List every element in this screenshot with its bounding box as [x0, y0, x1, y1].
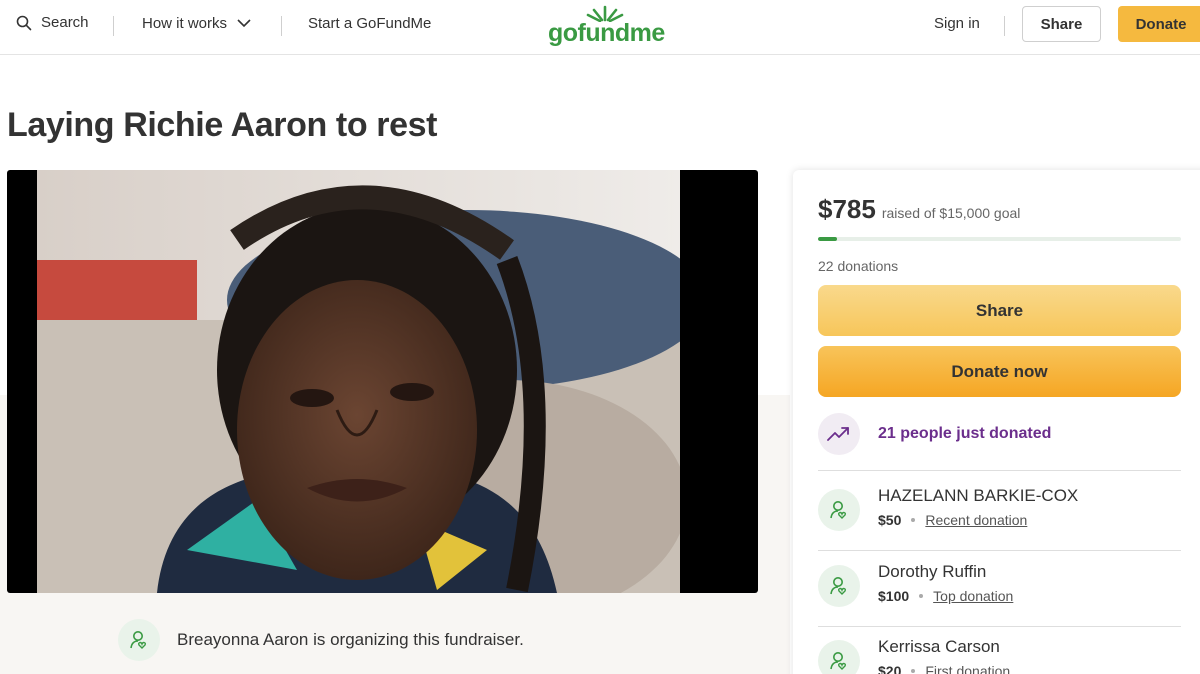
campaign-photo[interactable] — [7, 170, 758, 593]
organizer-text: Breayonna Aaron is organizing this fundr… — [177, 630, 524, 649]
person-heart-icon — [830, 652, 847, 670]
nav-divider — [281, 16, 282, 36]
person-heart-icon — [830, 501, 847, 519]
nav-divider — [113, 16, 114, 36]
avatar — [818, 489, 860, 531]
start-gofundme-link[interactable]: Start a GoFundMe — [308, 15, 431, 32]
portrait-image — [37, 170, 680, 593]
nav-divider — [1004, 16, 1005, 36]
avatar — [818, 565, 860, 607]
progress-fill — [818, 237, 837, 241]
divider — [818, 626, 1181, 627]
trend-badge — [818, 413, 860, 455]
donation-card: $785 raised of $15,000 goal 22 donations… — [793, 170, 1200, 674]
how-it-works-label: How it works — [142, 15, 228, 32]
donations-count: 22 donations — [818, 258, 899, 274]
donor-meta: $20 First donation — [878, 663, 1010, 674]
how-it-works-menu[interactable]: How it works — [142, 15, 251, 32]
donor-amount: $20 — [878, 663, 902, 674]
logo-text: gofundme — [548, 19, 665, 47]
avatar — [118, 619, 160, 661]
person-heart-icon — [130, 631, 147, 649]
sign-in-link[interactable]: Sign in — [934, 15, 980, 32]
header-donate-button[interactable]: Donate — [1118, 6, 1200, 42]
donor-name: HAZELANN BARKIE-COX — [878, 486, 1079, 505]
separator-dot — [911, 518, 916, 522]
separator-dot — [919, 594, 924, 598]
donate-now-button[interactable]: Donate now — [818, 346, 1181, 397]
divider — [818, 470, 1181, 471]
organizer-info: Breayonna Aaron is organizing this fundr… — [118, 619, 524, 661]
gofundme-logo[interactable]: gofundme — [548, 4, 666, 50]
search-label: Search — [41, 14, 89, 31]
donor-amount: $50 — [878, 512, 902, 528]
chevron-down-icon — [237, 19, 251, 28]
search-link[interactable]: Search — [16, 14, 89, 31]
donor-meta: $50 Recent donation — [878, 512, 1078, 528]
separator-dot — [911, 669, 916, 673]
donor-details: Kerrissa Carson $20 First donation — [878, 635, 1010, 674]
donor-details: HAZELANN BARKIE-COX $50 Recent donation — [878, 484, 1078, 528]
divider — [818, 550, 1181, 551]
trend-text: 21 people just donated — [878, 425, 1052, 442]
search-icon — [16, 15, 32, 30]
donor-list-item: HAZELANN BARKIE-COX $50 Recent donation — [818, 484, 1078, 531]
campaign-title: Laying Richie Aaron to rest — [7, 106, 438, 144]
raised-summary: $785 raised of $15,000 goal — [818, 194, 1020, 225]
recent-donations-trend: 21 people just donated — [818, 413, 1051, 455]
donor-list-item: Dorothy Ruffin $100 Top donation — [818, 560, 1013, 607]
donor-tag[interactable]: Recent donation — [925, 512, 1027, 528]
donor-list-item: Kerrissa Carson $20 First donation — [818, 635, 1010, 674]
progress-bar — [818, 237, 1181, 241]
top-navigation: Search How it works Start a GoFundMe gof… — [0, 0, 1200, 55]
trend-up-icon — [827, 427, 849, 441]
donor-details: Dorothy Ruffin $100 Top donation — [878, 560, 1013, 604]
raised-amount: $785 — [818, 194, 876, 224]
donor-amount: $100 — [878, 588, 910, 604]
goal-text: raised of $15,000 goal — [881, 205, 1021, 221]
donor-name: Dorothy Ruffin — [878, 562, 987, 581]
donor-tag[interactable]: First donation — [925, 663, 1010, 674]
avatar — [818, 640, 860, 674]
donor-name: Kerrissa Carson — [878, 637, 1000, 656]
share-button[interactable]: Share — [818, 285, 1181, 336]
person-heart-icon — [830, 577, 847, 595]
donor-tag[interactable]: Top donation — [933, 588, 1013, 604]
header-share-button[interactable]: Share — [1022, 6, 1101, 42]
donor-meta: $100 Top donation — [878, 588, 1013, 604]
